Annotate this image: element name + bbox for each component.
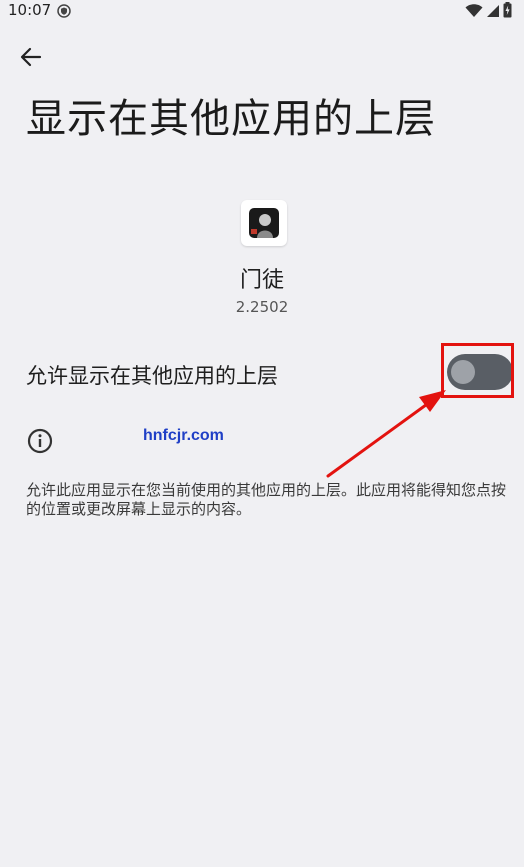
signal-icon — [486, 3, 500, 22]
status-time: 10:07 — [8, 1, 52, 19]
permission-row[interactable]: 允许显示在其他应用的上层 — [0, 344, 524, 402]
battery-charging-icon — [503, 2, 512, 22]
back-button[interactable] — [14, 42, 48, 72]
arrow-back-icon — [20, 47, 42, 67]
toggle-thumb — [451, 360, 475, 384]
wifi-icon — [465, 3, 483, 22]
info-icon — [27, 428, 53, 458]
app-name: 门徒 — [239, 268, 284, 293]
status-icons — [465, 2, 512, 22]
app-version: 2.2502 — [235, 298, 289, 316]
shield-icon — [57, 3, 71, 22]
overlay-permission-toggle[interactable] — [447, 354, 513, 390]
app-icon — [241, 200, 287, 246]
page-title: 显示在其他应用的上层 — [26, 96, 436, 142]
permission-description: 允许此应用显示在您当前使用的其他应用的上层。此应用将能得知您点按的位置或更改屏幕… — [26, 481, 507, 518]
status-bar: 10:07 — [0, 0, 524, 22]
permission-label: 允许显示在其他应用的上层 — [26, 364, 278, 388]
watermark-text: hnfcjr.com — [143, 427, 224, 444]
